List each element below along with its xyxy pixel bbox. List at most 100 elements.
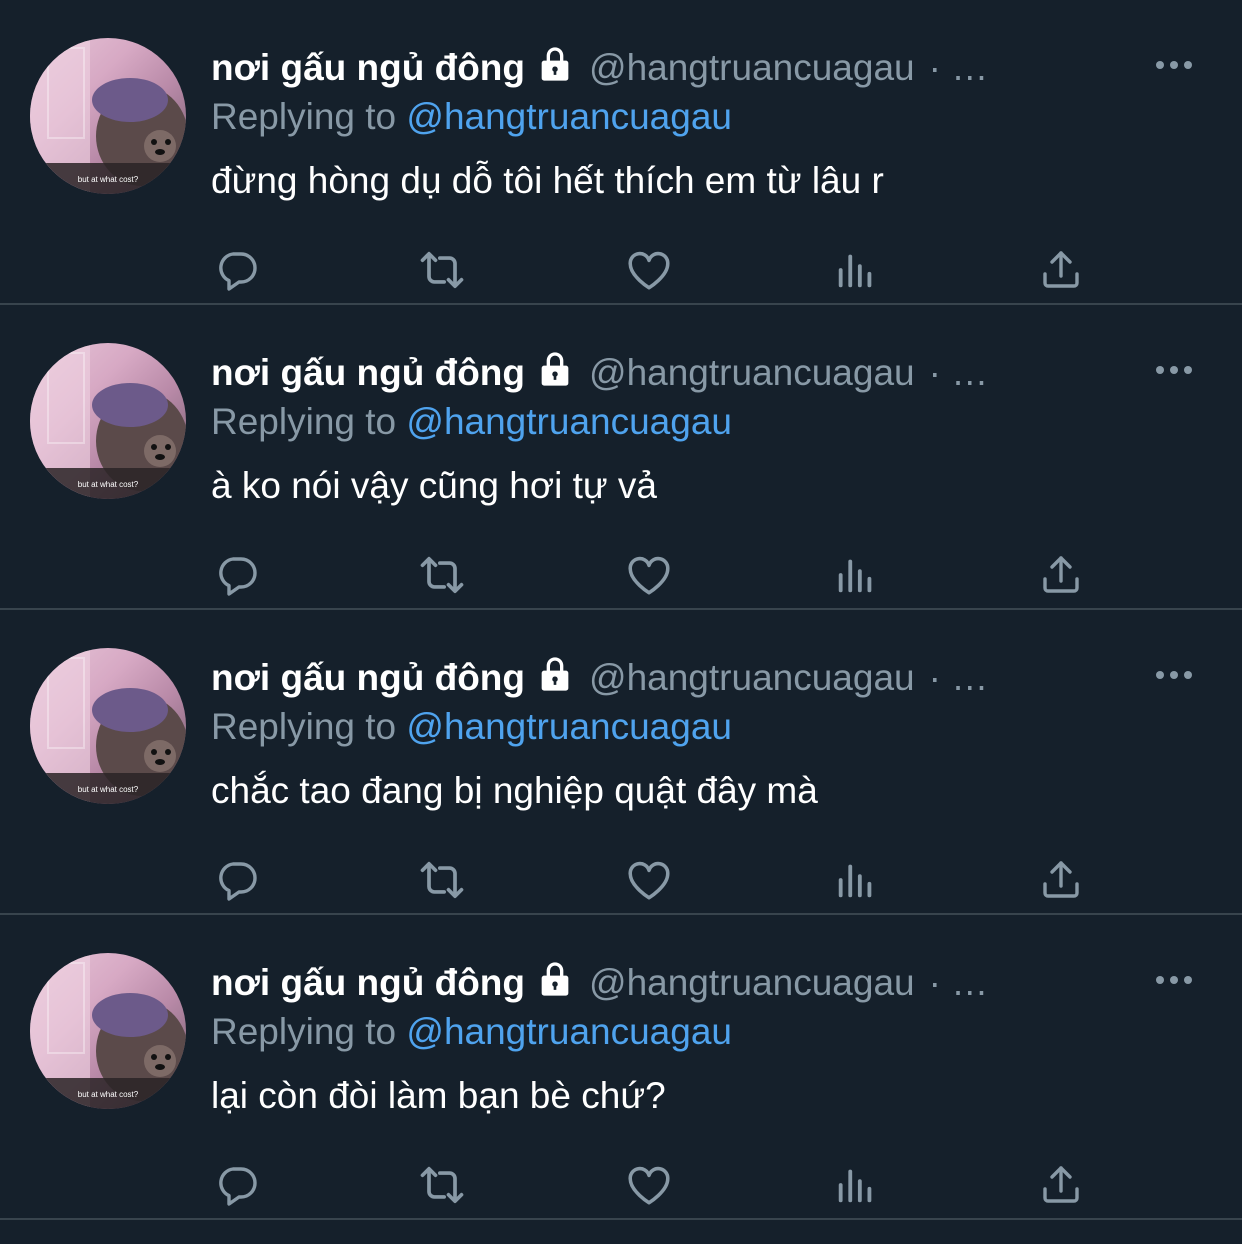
retweet-icon <box>420 1166 464 1204</box>
avatar-image: but at what cost? <box>30 343 186 499</box>
timestamp-separator: · … <box>928 352 989 393</box>
timestamp-separator: · … <box>928 657 989 698</box>
tweet-actions <box>0 549 1242 601</box>
heart-icon <box>628 1166 670 1205</box>
retweet-icon <box>420 861 464 899</box>
retweet-icon <box>420 556 464 594</box>
lock-icon <box>535 654 575 694</box>
tweet-actions <box>0 854 1242 906</box>
avatar-image: but at what cost? <box>30 38 186 194</box>
replying-to: Replying to @hangtruancuagau <box>211 401 732 443</box>
reply-button[interactable] <box>211 854 263 906</box>
avatar[interactable]: but at what cost? <box>30 648 186 804</box>
reply-button[interactable] <box>211 244 263 296</box>
display-name[interactable]: nơi gấu ngủ đông <box>211 352 525 394</box>
avatar-caption: but at what cost? <box>78 785 139 794</box>
reply-button[interactable] <box>211 549 263 601</box>
lock-icon <box>535 349 575 389</box>
username-handle[interactable]: @hangtruancuagau <box>589 47 915 89</box>
share-icon <box>1043 556 1079 593</box>
more-horizontal-icon[interactable] <box>1152 965 1196 995</box>
analytics-icon <box>838 559 872 593</box>
tweet[interactable]: but at what cost? nơi gấu ngủ đông @hang… <box>0 915 1242 1220</box>
tweet-header: nơi gấu ngủ đông @hangtruancuagau · … <box>211 652 1042 704</box>
replying-to-link[interactable]: @hangtruancuagau <box>406 96 732 137</box>
avatar[interactable]: but at what cost? <box>30 953 186 1109</box>
avatar-image: but at what cost? <box>30 648 186 804</box>
reply-icon <box>219 1167 257 1206</box>
analytics-icon <box>838 864 872 898</box>
tweet-actions <box>0 1159 1242 1211</box>
timestamp-separator: · … <box>928 47 989 88</box>
tweet-text: à ko nói vậy cũng hơi tự vả <box>211 465 657 506</box>
reply-button[interactable] <box>211 1159 263 1211</box>
like-button[interactable] <box>623 1159 675 1211</box>
analytics-button[interactable] <box>830 854 882 906</box>
replying-to: Replying to @hangtruancuagau <box>211 1011 732 1053</box>
like-button[interactable] <box>623 244 675 296</box>
more-horizontal-icon[interactable] <box>1152 660 1196 690</box>
retweet-button[interactable] <box>416 244 468 296</box>
tweet-feed: but at what cost? nơi gấu ngủ đông @hang… <box>0 0 1242 1220</box>
replying-to: Replying to @hangtruancuagau <box>211 706 732 748</box>
analytics-button[interactable] <box>830 244 882 296</box>
lock-icon <box>535 44 575 84</box>
reply-icon <box>219 252 257 291</box>
tweet-header: nơi gấu ngủ đông @hangtruancuagau · … <box>211 957 1042 1009</box>
retweet-icon <box>420 251 464 289</box>
share-icon <box>1043 861 1079 898</box>
tweet[interactable]: but at what cost? nơi gấu ngủ đông @hang… <box>0 0 1242 305</box>
avatar[interactable]: but at what cost? <box>30 343 186 499</box>
tweet-actions <box>0 244 1242 296</box>
avatar-image: but at what cost? <box>30 953 186 1109</box>
share-button[interactable] <box>1035 244 1087 296</box>
username-handle[interactable]: @hangtruancuagau <box>589 962 915 1004</box>
more-horizontal-icon[interactable] <box>1152 50 1196 80</box>
retweet-button[interactable] <box>416 1159 468 1211</box>
tweet[interactable]: but at what cost? nơi gấu ngủ đông @hang… <box>0 610 1242 915</box>
more-horizontal-icon[interactable] <box>1152 355 1196 385</box>
replying-to-label: Replying to <box>211 706 397 747</box>
display-name[interactable]: nơi gấu ngủ đông <box>211 47 525 89</box>
analytics-icon <box>838 254 872 288</box>
share-icon <box>1043 251 1079 288</box>
heart-icon <box>628 251 670 290</box>
reply-icon <box>219 862 257 901</box>
display-name[interactable]: nơi gấu ngủ đông <box>211 657 525 699</box>
tweet-text: lại còn đòi làm bạn bè chứ? <box>211 1075 666 1116</box>
display-name[interactable]: nơi gấu ngủ đông <box>211 962 525 1004</box>
tweet-header: nơi gấu ngủ đông @hangtruancuagau · … <box>211 347 1042 399</box>
tweet[interactable]: but at what cost? nơi gấu ngủ đông @hang… <box>0 305 1242 610</box>
reply-icon <box>219 557 257 596</box>
avatar-caption: but at what cost? <box>78 1090 139 1099</box>
tweet-text: chắc tao đang bị nghiệp quật đây mà <box>211 770 818 811</box>
analytics-button[interactable] <box>830 1159 882 1211</box>
tweet-text: đừng hòng dụ dỗ tôi hết thích em từ lâu … <box>211 160 884 201</box>
tweet-header: nơi gấu ngủ đông @hangtruancuagau · … <box>211 42 1042 94</box>
replying-to-link[interactable]: @hangtruancuagau <box>406 401 732 442</box>
heart-icon <box>628 556 670 595</box>
like-button[interactable] <box>623 549 675 601</box>
lock-icon <box>535 959 575 999</box>
retweet-button[interactable] <box>416 854 468 906</box>
replying-to-label: Replying to <box>211 401 397 442</box>
share-button[interactable] <box>1035 549 1087 601</box>
avatar[interactable]: but at what cost? <box>30 38 186 194</box>
analytics-icon <box>838 1169 872 1203</box>
timestamp-separator: · … <box>928 962 989 1003</box>
share-button[interactable] <box>1035 854 1087 906</box>
replying-to: Replying to @hangtruancuagau <box>211 96 732 138</box>
username-handle[interactable]: @hangtruancuagau <box>589 657 915 699</box>
avatar-caption: but at what cost? <box>78 480 139 489</box>
retweet-button[interactable] <box>416 549 468 601</box>
like-button[interactable] <box>623 854 675 906</box>
heart-icon <box>628 861 670 900</box>
analytics-button[interactable] <box>830 549 882 601</box>
replying-to-link[interactable]: @hangtruancuagau <box>406 706 732 747</box>
username-handle[interactable]: @hangtruancuagau <box>589 352 915 394</box>
replying-to-label: Replying to <box>211 96 397 137</box>
replying-to-label: Replying to <box>211 1011 397 1052</box>
share-icon <box>1043 1166 1079 1203</box>
share-button[interactable] <box>1035 1159 1087 1211</box>
replying-to-link[interactable]: @hangtruancuagau <box>406 1011 732 1052</box>
